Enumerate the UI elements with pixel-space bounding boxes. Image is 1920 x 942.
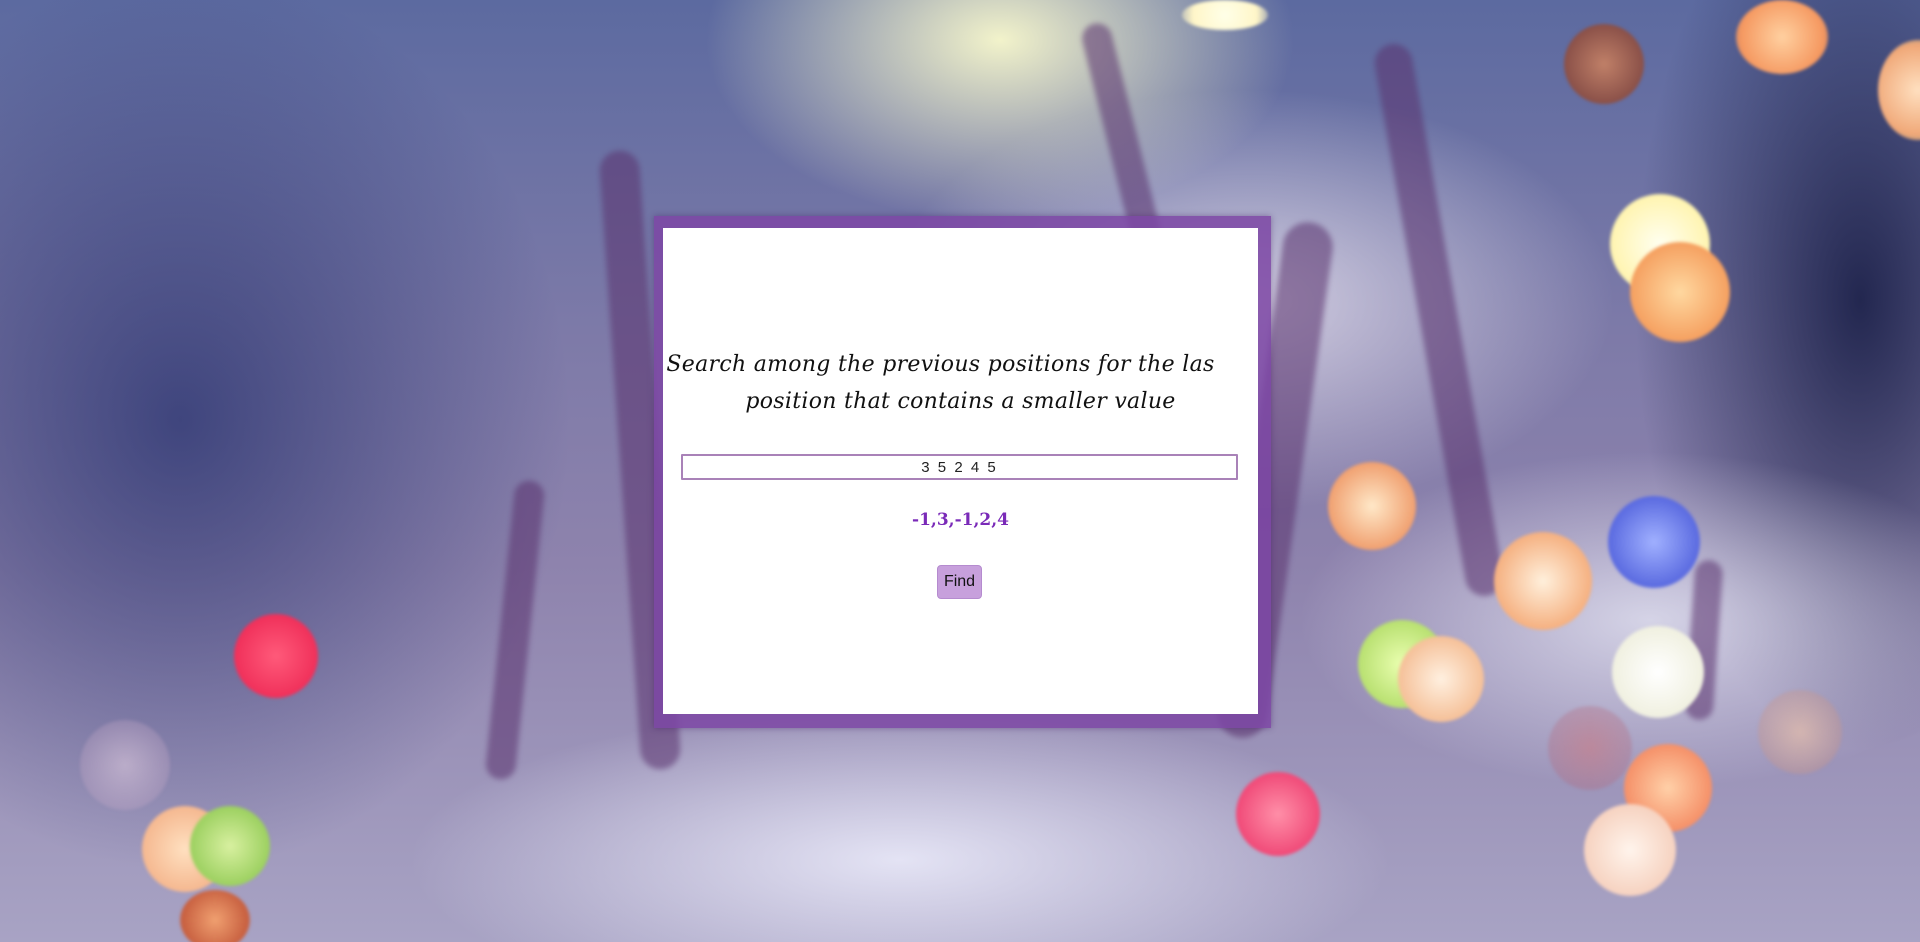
bokeh-light [1494, 532, 1592, 630]
result-text: -1,3,-1,2,4 [912, 510, 1009, 530]
bokeh-light [1182, 0, 1268, 30]
bokeh-light [1612, 626, 1704, 718]
bokeh-light [190, 806, 270, 886]
bokeh-light [1548, 706, 1632, 790]
bokeh-light [1736, 0, 1828, 74]
bokeh-light [1878, 40, 1920, 140]
bokeh-light [1236, 772, 1320, 856]
bokeh-light [1328, 462, 1416, 550]
bokeh-light [1630, 242, 1730, 342]
bokeh-light [80, 720, 170, 810]
bokeh-light [1584, 804, 1676, 896]
title-line-2: position that contains a smaller value [745, 389, 1176, 414]
numbers-input[interactable] [681, 454, 1238, 480]
bokeh-light [1564, 24, 1644, 104]
bokeh-light [1758, 690, 1842, 774]
find-button[interactable]: Find [937, 565, 982, 599]
lavender-stem [484, 479, 546, 781]
page-title: Search among the previous positions for … [663, 346, 1258, 420]
search-card: Search among the previous positions for … [663, 228, 1258, 714]
bokeh-light [234, 614, 318, 698]
bokeh-light [180, 890, 250, 942]
title-line-1: Search among the previous positions for … [666, 352, 1215, 377]
bokeh-light [1398, 636, 1484, 722]
bokeh-light [1608, 496, 1700, 588]
